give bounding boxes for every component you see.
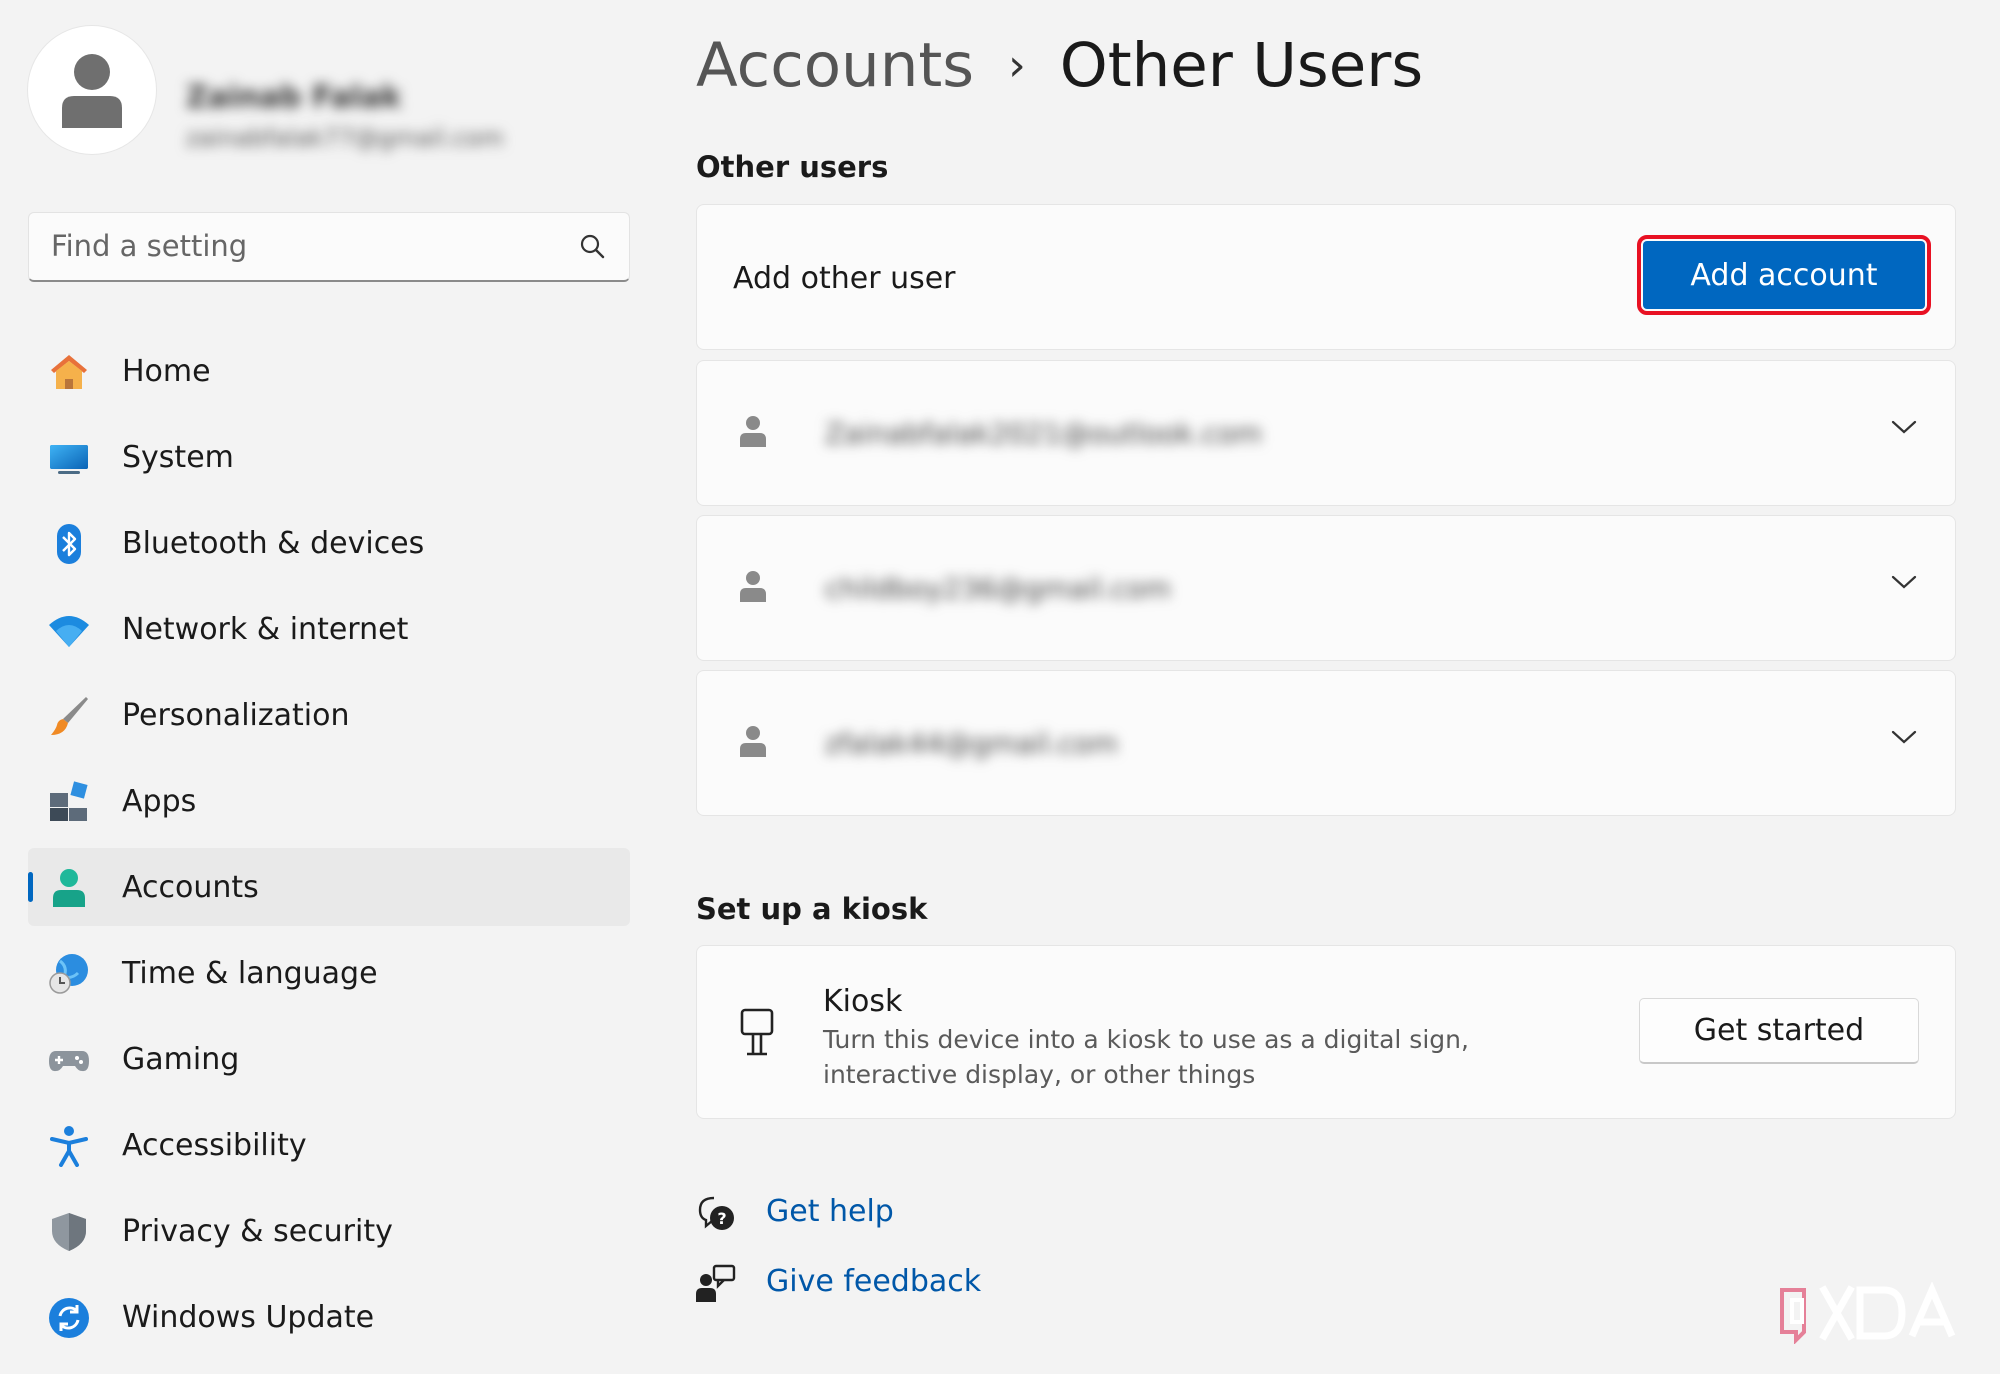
get-started-button[interactable]: Get started — [1639, 998, 1919, 1064]
apps-icon — [50, 781, 88, 821]
kiosk-description: Turn this device into a kiosk to use as … — [823, 1025, 1469, 1089]
sidebar-item-label: System — [122, 439, 234, 475]
sidebar-item-label: Network & internet — [122, 611, 409, 647]
user-email: Zainabfalak2021@outlook.com — [825, 417, 1263, 450]
breadcrumb-parent[interactable]: Accounts — [696, 30, 974, 101]
user-row[interactable]: zfalak44@gmail.com — [696, 670, 1956, 816]
sidebar-item-accessibility[interactable]: Accessibility — [28, 1106, 630, 1184]
page-title: Other Users — [1059, 30, 1424, 101]
globe-clock-icon — [49, 954, 88, 994]
sidebar-item-accounts[interactable]: Accounts — [28, 848, 630, 926]
sidebar-item-label: Bluetooth & devices — [122, 525, 425, 561]
sidebar-item-label: Windows Update — [122, 1299, 375, 1335]
gamepad-icon — [49, 1051, 89, 1072]
help-icon: ? — [698, 1196, 734, 1230]
person-icon — [740, 726, 766, 757]
sidebar-item-label: Home — [122, 353, 211, 389]
get-help-link[interactable]: Get help — [766, 1194, 894, 1229]
kiosk-card: Kiosk Turn this device into a kiosk to u… — [696, 945, 1956, 1119]
user-email: childboy236@gmail.com — [825, 572, 1171, 605]
search-box[interactable] — [28, 212, 630, 282]
sidebar-item-time-language[interactable]: Time & language — [28, 934, 630, 1012]
sidebar-item-system[interactable]: System — [28, 418, 630, 496]
accessibility-icon — [50, 1126, 88, 1167]
sidebar-item-label: Accessibility — [122, 1127, 307, 1163]
home-icon — [51, 355, 87, 389]
sidebar-item-privacy-security[interactable]: Privacy & security — [28, 1192, 630, 1270]
sidebar-item-personalization[interactable]: Personalization — [28, 676, 630, 754]
person-icon — [740, 416, 766, 447]
person-icon — [62, 54, 122, 128]
xda-logo — [1780, 1282, 1956, 1344]
chevron-down-icon[interactable] — [1891, 419, 1917, 435]
chevron-down-icon[interactable] — [1891, 729, 1917, 745]
sidebar-item-windows-update[interactable]: Windows Update — [28, 1278, 630, 1356]
kiosk-heading: Set up a kiosk — [696, 892, 928, 926]
sidebar-item-bluetooth[interactable]: Bluetooth & devices — [28, 504, 630, 582]
add-user-card: Add other user Add account — [696, 204, 1956, 350]
profile-name: Zainab Falak — [186, 80, 402, 115]
add-account-button[interactable]: Add account — [1637, 235, 1931, 315]
avatar — [28, 26, 156, 154]
person-icon — [740, 571, 766, 602]
sidebar-item-label: Privacy & security — [122, 1213, 393, 1249]
brush-icon — [51, 697, 88, 735]
sidebar-item-label: Time & language — [122, 955, 378, 991]
search-icon[interactable] — [579, 233, 605, 259]
sidebar-item-network[interactable]: Network & internet — [28, 590, 630, 668]
kiosk-title: Kiosk — [823, 984, 903, 1019]
shield-icon — [52, 1213, 86, 1251]
sidebar-item-apps[interactable]: Apps — [28, 762, 630, 840]
give-feedback-link[interactable]: Give feedback — [766, 1264, 981, 1299]
sidebar-nav: Home System Bluetooth & devices Network … — [28, 332, 630, 1364]
feedback-icon — [696, 1264, 736, 1302]
breadcrumb-separator: › — [1008, 40, 1026, 91]
other-users-heading: Other users — [696, 150, 889, 184]
breadcrumb: Accounts › Other Users — [696, 30, 1423, 110]
add-user-label: Add other user — [733, 261, 956, 296]
sidebar-item-label: Apps — [122, 783, 197, 819]
accounts-icon — [53, 869, 85, 907]
chevron-down-icon[interactable] — [1891, 574, 1917, 590]
sidebar: Zainab Falak zainabfalak77@gmail.com Hom… — [0, 0, 660, 1374]
search-input[interactable] — [29, 213, 569, 279]
sidebar-item-home[interactable]: Home — [28, 332, 630, 410]
system-icon — [50, 445, 88, 474]
kiosk-icon — [740, 1008, 774, 1056]
user-row[interactable]: childboy236@gmail.com — [696, 515, 1956, 661]
sidebar-item-label: Personalization — [122, 697, 350, 733]
sidebar-item-label: Gaming — [122, 1041, 240, 1077]
bluetooth-icon — [57, 524, 81, 564]
profile-email: zainabfalak77@gmail.com — [186, 124, 504, 152]
sidebar-item-label: Accounts — [122, 869, 259, 905]
wifi-icon — [49, 616, 89, 647]
update-icon — [49, 1298, 89, 1338]
user-email: zfalak44@gmail.com — [825, 727, 1118, 760]
sidebar-item-gaming[interactable]: Gaming — [28, 1020, 630, 1098]
svg-text:?: ? — [717, 1209, 726, 1228]
user-row[interactable]: Zainabfalak2021@outlook.com — [696, 360, 1956, 506]
user-profile[interactable]: Zainab Falak zainabfalak77@gmail.com — [28, 26, 628, 156]
